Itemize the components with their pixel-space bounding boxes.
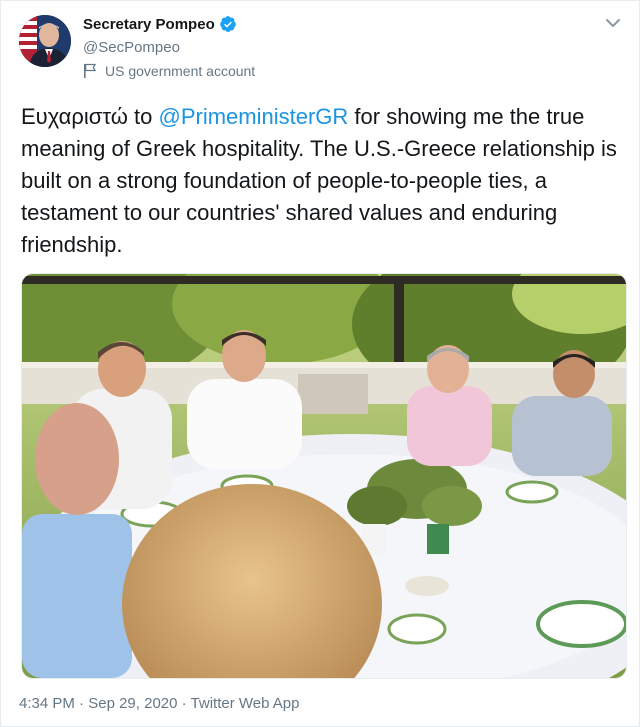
verified-badge-icon xyxy=(219,16,236,32)
meta-separator: · xyxy=(74,695,89,712)
meta-separator: · xyxy=(177,695,191,712)
avatar[interactable] xyxy=(19,15,71,67)
tweet-card: Secretary Pompeo @SecPompeo US governmen… xyxy=(0,0,640,727)
author-display-name[interactable]: Secretary Pompeo xyxy=(83,16,215,33)
tweet-meta: 4:34 PM · Sep 29, 2020 · Twitter Web App xyxy=(19,695,299,712)
tweet-time[interactable]: 4:34 PM xyxy=(19,695,75,712)
author-handle[interactable]: @SecPompeo xyxy=(83,39,180,56)
tweet-photo[interactable] xyxy=(21,273,627,679)
author-name-row: Secretary Pompeo xyxy=(83,15,237,33)
dinner-photo xyxy=(22,274,626,678)
government-account-label: US government account xyxy=(83,63,255,79)
tweet-date[interactable]: Sep 29, 2020 xyxy=(88,695,177,712)
chevron-down-icon[interactable] xyxy=(603,13,623,33)
tweet-source[interactable]: Twitter Web App xyxy=(191,695,300,712)
mention-link[interactable]: @PrimeministerGR xyxy=(159,104,349,129)
government-account-text: US government account xyxy=(105,63,256,79)
tweet-text-before: Ευχαριστώ to xyxy=(21,104,159,129)
tweet-text: Ευχαριστώ to @PrimeministerGR for showin… xyxy=(21,101,621,261)
avatar-image xyxy=(19,15,71,67)
flag-icon xyxy=(84,63,97,78)
